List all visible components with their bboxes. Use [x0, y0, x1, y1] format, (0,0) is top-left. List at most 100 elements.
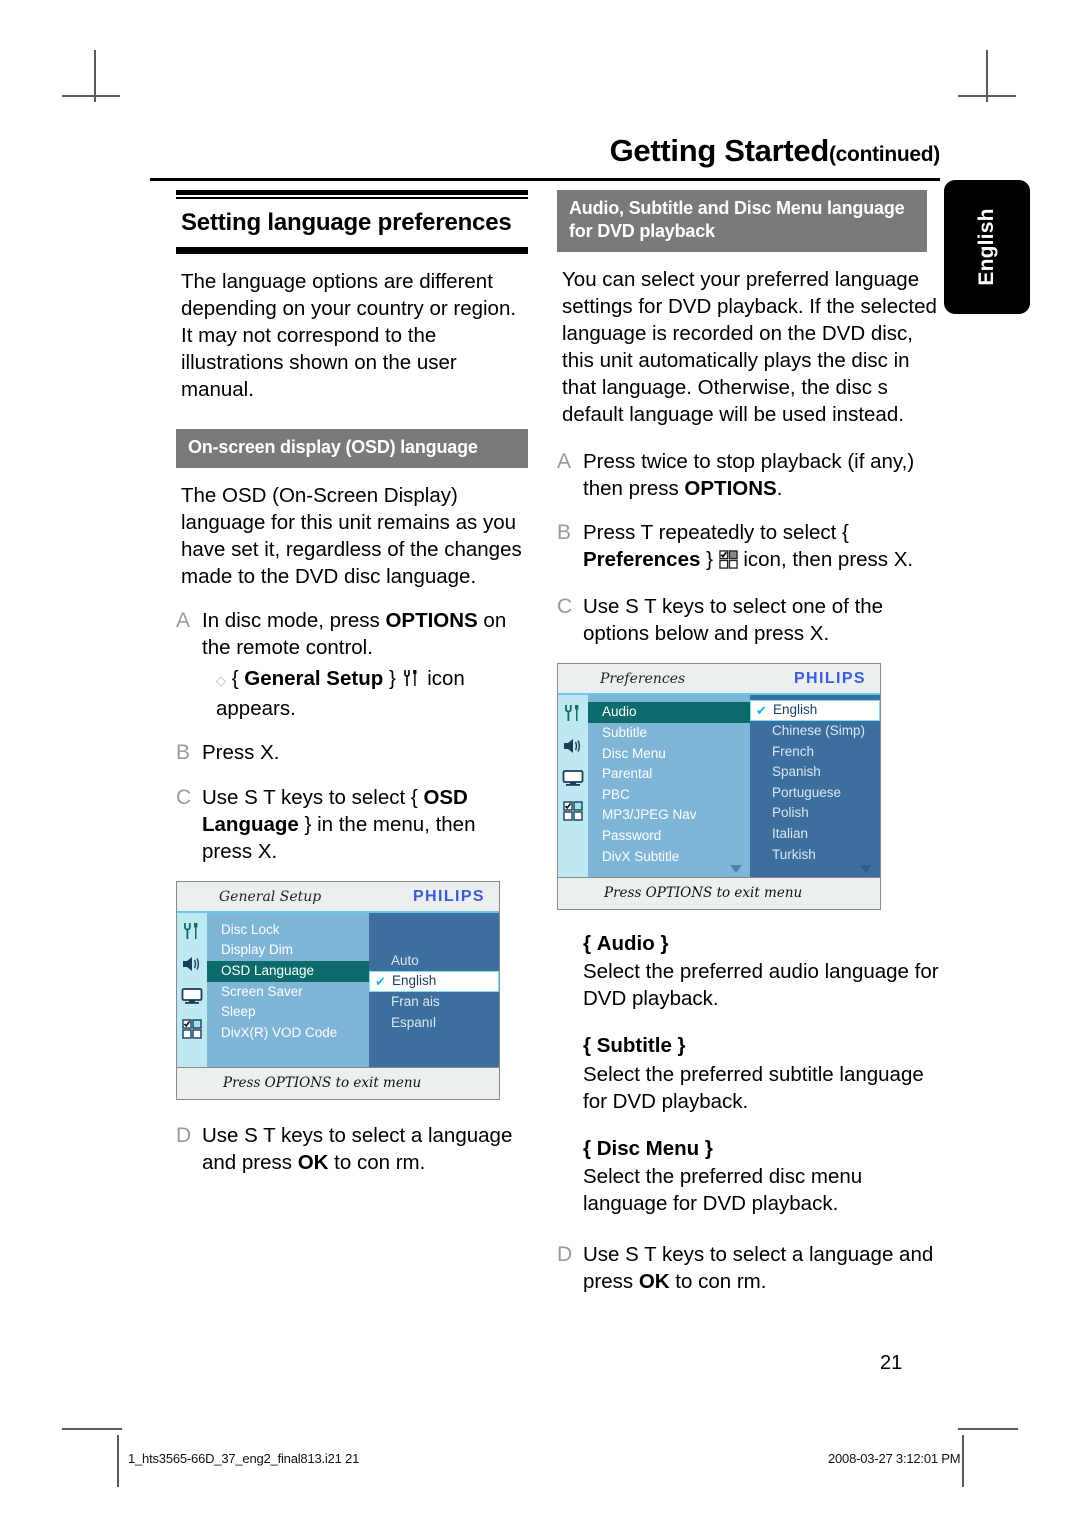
- philips-logo: PHILIPS: [793, 670, 866, 688]
- screenshot-option-list: ✔ English Chinese (Simp) French Spanish …: [750, 695, 880, 878]
- menu-scroll-down-icon[interactable]: [730, 865, 742, 874]
- footer-filename: 1_hts3565-66D_37_eng2_final813.i21 21: [128, 1451, 360, 1466]
- right-step-d-marker: D: [557, 1242, 573, 1266]
- definition-disc-menu: { Disc Menu } Select the preferred disc …: [583, 1135, 947, 1217]
- definition-subtitle: { Subtitle } Select the preferred subtit…: [583, 1032, 947, 1114]
- menu-item[interactable]: PBC: [588, 785, 750, 806]
- menu-item[interactable]: Password: [588, 826, 750, 847]
- preferences-screenshot-body: Audio Subtitle Disc Menu Parental PBC MP…: [558, 695, 880, 878]
- option-item[interactable]: Italian: [750, 824, 880, 845]
- option-item-selected[interactable]: ✔ English: [369, 971, 499, 993]
- menu-item-selected[interactable]: Audio: [588, 702, 750, 723]
- language-tab-label: English: [975, 208, 998, 286]
- option-item-selected[interactable]: ✔ English: [750, 700, 880, 721]
- osd-paragraph: The OSD (On-Screen Display) language for…: [181, 483, 522, 588]
- step-a-text: In disc mode, press OPTIONS on the remot…: [202, 607, 528, 722]
- step-b-text: Press X.: [202, 739, 528, 767]
- menu-item[interactable]: Screen Saver: [207, 982, 369, 1003]
- tools-icon[interactable]: [563, 703, 583, 728]
- right-step-b-after: }: [700, 548, 713, 572]
- brace-open: {: [583, 1034, 597, 1058]
- preferences-grid-icon: [718, 549, 738, 576]
- brace-close: }: [699, 1136, 713, 1160]
- option-item[interactable]: French: [750, 742, 880, 763]
- menu-item[interactable]: MP3/JPEG Nav: [588, 805, 750, 826]
- step-b: B Press X.: [176, 739, 528, 767]
- option-scroll-down-icon[interactable]: [860, 865, 872, 874]
- definition-disc-menu-term: { Disc Menu }: [583, 1135, 947, 1162]
- right-step-b-bold: Preferences: [583, 548, 701, 572]
- option-item[interactable]: Turkish: [750, 845, 880, 866]
- crop-mark-top-left-v: [94, 50, 96, 102]
- option-item[interactable]: Spanish: [750, 762, 880, 783]
- right-step-d-text: Use S T keys to select a language and pr…: [583, 1241, 947, 1295]
- section-title: Setting language preferences: [181, 209, 512, 236]
- section-rule-bottom-thick: [176, 249, 528, 254]
- step-d-text-after: to con rm.: [328, 1150, 426, 1174]
- section-rule-top-thick: [176, 190, 528, 195]
- right-step-a-after: .: [776, 477, 783, 501]
- step-c-text-before: Use S T keys to select {: [202, 785, 424, 809]
- preferences-grid-icon[interactable]: [563, 801, 583, 826]
- menu-item[interactable]: Disc Lock: [207, 920, 369, 941]
- right-step-a-marker: A: [557, 450, 572, 474]
- term-label: Audio: [596, 932, 655, 956]
- tv-icon[interactable]: [181, 987, 203, 1010]
- page-title-continued: (continued): [828, 143, 940, 166]
- definition-disc-menu-desc: Select the preferred disc menu language …: [583, 1164, 863, 1215]
- term-label: Subtitle: [596, 1034, 672, 1058]
- step-d-bold: OK: [297, 1150, 329, 1174]
- title-divider: [150, 178, 940, 181]
- definition-subtitle-term: { Subtitle }: [583, 1032, 947, 1059]
- menu-item[interactable]: DivX Subtitle: [588, 847, 750, 868]
- option-item[interactable]: Fran ais: [369, 992, 499, 1013]
- screenshot-menu-list: Audio Subtitle Disc Menu Parental PBC MP…: [588, 695, 750, 878]
- screenshot-icon-rail: [177, 912, 207, 1067]
- page-title: Getting Started(continued): [150, 133, 941, 169]
- menu-item[interactable]: Display Dim: [207, 940, 369, 961]
- speaker-icon[interactable]: [562, 737, 584, 760]
- note-open-brace: {: [231, 666, 245, 690]
- step-c: C Use S T keys to select { OSD Language …: [176, 784, 528, 865]
- menu-item[interactable]: DivX(R) VOD Code: [207, 1023, 369, 1044]
- right-step-c-marker: C: [557, 595, 573, 619]
- right-step-b: B Press T repeatedly to select { Prefere…: [557, 519, 947, 576]
- right-step-a-bold: OPTIONS: [684, 477, 777, 501]
- tv-icon[interactable]: [562, 769, 584, 792]
- menu-item-selected[interactable]: OSD Language: [207, 961, 369, 982]
- menu-item[interactable]: Sleep: [207, 1002, 369, 1023]
- screenshot-option-list: Auto ✔ English Fran ais Espanıl: [369, 912, 499, 1067]
- option-item[interactable]: Portuguese: [750, 783, 880, 804]
- page-title-main: Getting Started: [609, 133, 830, 168]
- tools-icon: [402, 668, 422, 695]
- tools-icon[interactable]: [182, 921, 202, 946]
- left-column: Setting language preferences The languag…: [176, 190, 528, 1176]
- option-item[interactable]: Chinese (Simp): [750, 721, 880, 742]
- option-item[interactable]: Espanıl: [369, 1013, 499, 1034]
- language-tab: English: [944, 180, 1030, 314]
- menu-item[interactable]: Parental: [588, 764, 750, 785]
- screenshot-body: Disc Lock Display Dim OSD Language Scree…: [177, 912, 499, 1067]
- page-number: 21: [880, 1352, 903, 1374]
- footer-timestamp: 2008-03-27 3:12:01 PM: [828, 1451, 961, 1466]
- step-d-marker: D: [176, 1123, 192, 1147]
- option-item[interactable]: Auto: [369, 951, 499, 972]
- speaker-icon[interactable]: [181, 955, 203, 978]
- option-item-selected-label: English: [773, 702, 818, 718]
- right-step-b-before: Press T repeatedly to select {: [583, 521, 849, 545]
- intro-paragraph: The language options are different depen…: [181, 270, 517, 402]
- option-item[interactable]: Polish: [750, 803, 880, 824]
- crop-mark-bottom-right-v: [962, 1435, 964, 1487]
- right-step-b-tail: icon, then press X.: [737, 548, 914, 572]
- note-bold: General Setup: [244, 666, 384, 690]
- screenshot-footer-hint: Press OPTIONS to exit menu: [177, 1066, 499, 1099]
- right-step-b-text: Press T repeatedly to select { Preferenc…: [583, 519, 947, 576]
- menu-item[interactable]: Subtitle: [588, 723, 750, 744]
- definition-audio-desc: Select the preferred audio language for …: [583, 960, 939, 1011]
- check-icon: ✔: [756, 703, 767, 719]
- preferences-grid-icon[interactable]: [182, 1019, 202, 1044]
- right-step-d-bold: OK: [638, 1269, 670, 1293]
- menu-item[interactable]: Disc Menu: [588, 744, 750, 765]
- preferences-screenshot: Preferences PHILIPS Audio Subtitle Disc …: [557, 663, 881, 911]
- right-step-a: A Press twice to stop playback (if any,)…: [557, 448, 947, 502]
